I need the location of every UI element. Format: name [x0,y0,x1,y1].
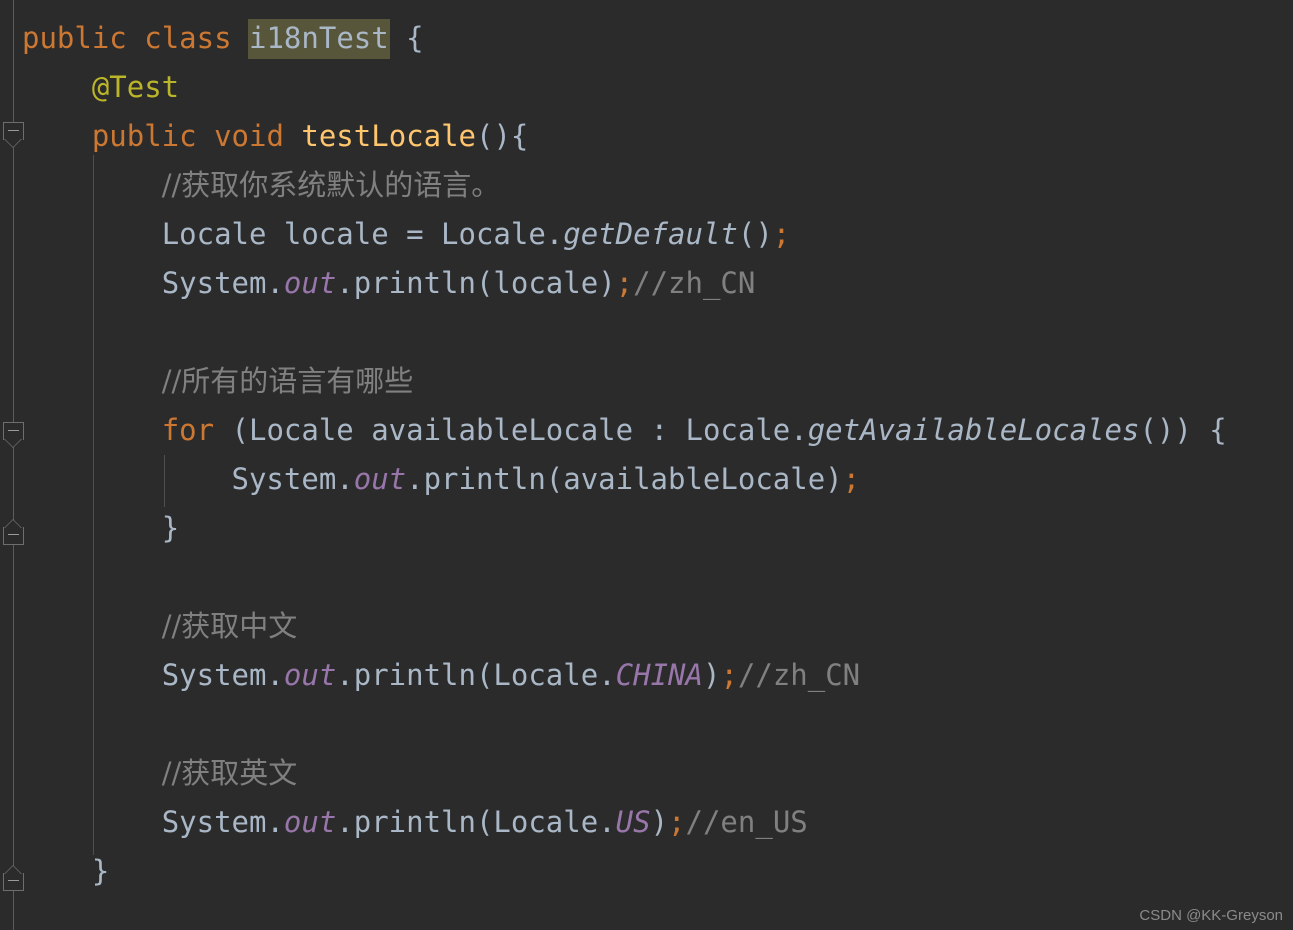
code-token-sep: ; [615,266,634,300]
code-line[interactable]: } [22,504,179,553]
code-line[interactable]: public class i18nTest { [22,14,424,63]
code-token-pln: { [388,21,424,55]
code-token-pln: System. [161,266,284,300]
code-token-cmt: //zh_CN [737,658,861,692]
code-token-cls: i18nTest [249,21,389,55]
code-token-pln: System. [231,462,354,496]
code-token-sep: ; [720,658,738,692]
code-line[interactable]: for (Locale availableLocale : Locale.get… [22,406,1227,455]
code-line[interactable]: //获取中文 [22,602,298,651]
code-token-pln: System. [161,805,284,839]
code-token-fld: out [283,266,337,300]
code-token-cmt: //en_US [685,805,808,839]
code-line[interactable]: //获取你系统默认的语言。 [22,161,501,210]
code-token-cmt: //获取你系统默认的语言。 [161,168,501,202]
code-token-cmt: //所有的语言有哪些 [161,364,414,398]
csdn-watermark: CSDN @KK-Greyson [1139,907,1283,924]
code-token-kw: public [91,119,197,153]
code-token-pln: .println(locale) [336,266,616,300]
code-line[interactable]: public void testLocale(){ [22,112,529,161]
code-token-kw: void [214,119,284,153]
code-content[interactable]: public class i18nTest { @Test public voi… [0,0,1293,930]
code-line[interactable]: System.out.println(availableLocale); [22,455,861,504]
code-token-sep: ; [668,805,686,839]
code-line[interactable]: System.out.println(Locale.CHINA);//zh_CN [22,651,860,700]
code-token-smth: getDefault [563,217,738,251]
code-line[interactable]: //所有的语言有哪些 [22,357,414,406]
code-token-sep: ; [842,462,861,496]
code-token-pln [197,119,214,153]
code-token-pln: Locale locale = Locale. [161,217,564,251]
code-token-fld: out [283,805,337,839]
code-token-fld: out [353,462,407,496]
code-token-pln: (Locale availableLocale : Locale. [214,413,808,447]
code-token-cmt: //获取英文 [161,756,298,790]
code-token-kw: public [22,21,127,55]
code-token-pln: .println(Locale. [336,658,616,692]
code-token-pln: .println(Locale. [336,805,616,839]
code-line[interactable]: System.out.println(locale);//zh_CN [22,259,756,308]
code-token-pln [127,21,144,55]
code-token-cmt: //zh_CN [633,266,756,300]
code-token-pln: } [161,511,180,545]
code-token-pln: .println(availableLocale) [406,462,843,496]
code-line[interactable]: System.out.println(Locale.US);//en_US [22,798,808,847]
code-token-kw: for [161,413,215,447]
code-token-pln: ()) { [1139,413,1227,447]
code-line[interactable]: //获取英文 [22,749,298,798]
code-token-pln: () [737,217,773,251]
code-token-pln [232,21,249,55]
code-token-fld: CHINA [615,658,703,692]
code-line[interactable]: } [22,847,109,896]
code-token-mth: testLocale [301,119,476,153]
code-token-pln: ) [650,805,669,839]
code-token-kw: class [144,21,232,55]
code-token-pln: (){ [476,119,529,153]
code-token-smth: getAvailableLocales [807,413,1140,447]
code-line[interactable]: @Test [22,63,179,112]
code-token-pln [284,119,301,153]
code-line[interactable]: Locale locale = Locale.getDefault(); [22,210,791,259]
code-token-ann: @Test [91,70,180,104]
code-token-cmt: //获取中文 [161,609,298,643]
identifier-highlight[interactable]: i18nTest [248,19,390,59]
code-token-sep: ; [772,217,791,251]
code-token-pln: ) [702,658,721,692]
code-token-fld: US [615,805,651,839]
code-token-pln: System. [161,658,284,692]
code-editor[interactable]: public class i18nTest { @Test public voi… [0,0,1293,930]
code-token-pln: } [91,854,110,888]
code-token-fld: out [283,658,337,692]
